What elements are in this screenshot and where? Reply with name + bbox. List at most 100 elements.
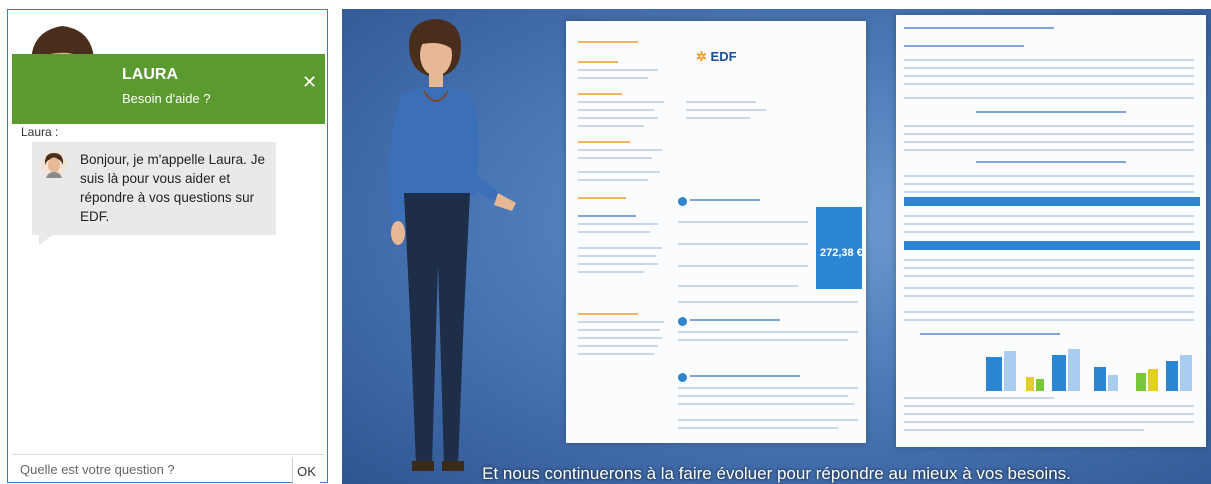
chat-widget: LAURA Besoin d'aide ? ✕ Laura : Bonjour,… <box>7 9 328 484</box>
doc-line <box>904 275 1194 277</box>
doc-line <box>690 375 800 377</box>
doc-line <box>678 403 854 405</box>
doc-line <box>578 149 662 151</box>
doc-line <box>578 77 648 79</box>
doc-line <box>904 67 1194 69</box>
doc-line <box>904 405 1194 407</box>
doc-line <box>904 191 1194 193</box>
doc-line <box>678 427 838 429</box>
mini-chart-bar <box>1094 367 1106 391</box>
edf-star-icon: ✲ <box>696 49 707 64</box>
question-input-row: OK <box>12 454 325 484</box>
doc-line <box>578 255 656 257</box>
doc-line <box>678 395 848 397</box>
doc-line <box>904 149 1194 151</box>
presenter-figure <box>389 19 516 471</box>
chat-header <box>12 54 325 124</box>
agent-subtitle: Besoin d'aide ? <box>122 91 211 106</box>
doc-line <box>976 111 1126 113</box>
doc-line <box>578 93 622 95</box>
doc-line <box>904 231 1194 233</box>
mini-chart-bar <box>1004 351 1016 391</box>
doc-line <box>920 333 1060 335</box>
doc-line <box>904 267 1194 269</box>
bill-document-page-2 <box>896 15 1206 447</box>
doc-line <box>578 353 654 355</box>
doc-line <box>578 231 650 233</box>
doc-line <box>904 287 1194 289</box>
edf-logo: ✲ EDF <box>696 49 737 65</box>
doc-line <box>578 313 638 315</box>
doc-line <box>904 311 1194 313</box>
doc-line <box>904 141 1194 143</box>
ok-button[interactable]: OK <box>292 458 320 484</box>
doc-line <box>578 61 618 63</box>
mini-chart-bar <box>986 357 1002 391</box>
message-text: Bonjour, je m'appelle Laura. Je suis là … <box>80 152 265 224</box>
doc-line <box>904 75 1194 77</box>
doc-line <box>686 101 756 103</box>
video-player[interactable]: ✲ EDF 272,38 € Et nous continuerons à la… <box>342 9 1211 484</box>
doc-line <box>904 421 1194 423</box>
doc-line <box>904 27 1054 29</box>
doc-line <box>578 179 648 181</box>
doc-line <box>578 329 660 331</box>
doc-line <box>578 117 658 119</box>
doc-line <box>578 109 654 111</box>
doc-line <box>578 141 630 143</box>
mini-chart-bar <box>1136 373 1146 391</box>
mini-chart-bar <box>1148 369 1158 391</box>
mini-chart-bar <box>1026 377 1034 391</box>
doc-line <box>678 387 858 389</box>
doc-line <box>904 223 1194 225</box>
doc-line <box>904 125 1194 127</box>
doc-line <box>678 331 858 333</box>
doc-line <box>578 337 662 339</box>
doc-line <box>578 215 636 217</box>
doc-line <box>578 345 658 347</box>
consumption-mini-chart <box>986 345 1196 391</box>
doc-line <box>578 171 660 173</box>
doc-bullet-icon <box>678 317 687 326</box>
question-input[interactable] <box>18 457 284 481</box>
bill-amount: 272,38 € <box>820 247 863 259</box>
doc-line <box>904 183 1194 185</box>
mini-chart-bar <box>1108 375 1118 391</box>
doc-line <box>690 199 760 201</box>
mini-chart-bar <box>1036 379 1044 391</box>
doc-line <box>686 109 766 111</box>
doc-line <box>904 259 1194 261</box>
doc-line <box>904 59 1194 61</box>
video-subtitle: Et nous continuerons à la faire évoluer … <box>482 464 1071 483</box>
edf-logo-text: EDF <box>710 49 737 64</box>
doc-line <box>904 295 1194 297</box>
doc-line <box>578 41 638 43</box>
doc-line <box>678 301 858 303</box>
doc-line <box>578 247 662 249</box>
doc-bullet-icon <box>678 373 687 382</box>
doc-line <box>578 157 652 159</box>
close-icon[interactable]: ✕ <box>302 73 317 91</box>
doc-line <box>678 243 808 245</box>
doc-line <box>578 125 644 127</box>
agent-name: LAURA <box>122 66 178 83</box>
doc-line <box>904 83 1194 85</box>
mini-chart-bar <box>1180 355 1192 391</box>
doc-line <box>904 413 1194 415</box>
doc-bullet-icon <box>678 197 687 206</box>
speaker-label: Laura : <box>21 125 59 139</box>
doc-line <box>678 221 808 223</box>
doc-line <box>578 271 644 273</box>
doc-line <box>678 339 848 341</box>
doc-line <box>904 133 1194 135</box>
doc-line <box>904 319 1194 321</box>
total-bar <box>904 197 1200 206</box>
doc-line <box>976 161 1126 163</box>
doc-line <box>578 197 626 199</box>
mini-chart-bar <box>1052 355 1066 391</box>
doc-line <box>678 419 858 421</box>
doc-line <box>904 215 1194 217</box>
bubble-tail <box>39 235 53 245</box>
bill-document-page-1: ✲ EDF 272,38 € <box>566 21 866 443</box>
doc-line <box>904 175 1194 177</box>
